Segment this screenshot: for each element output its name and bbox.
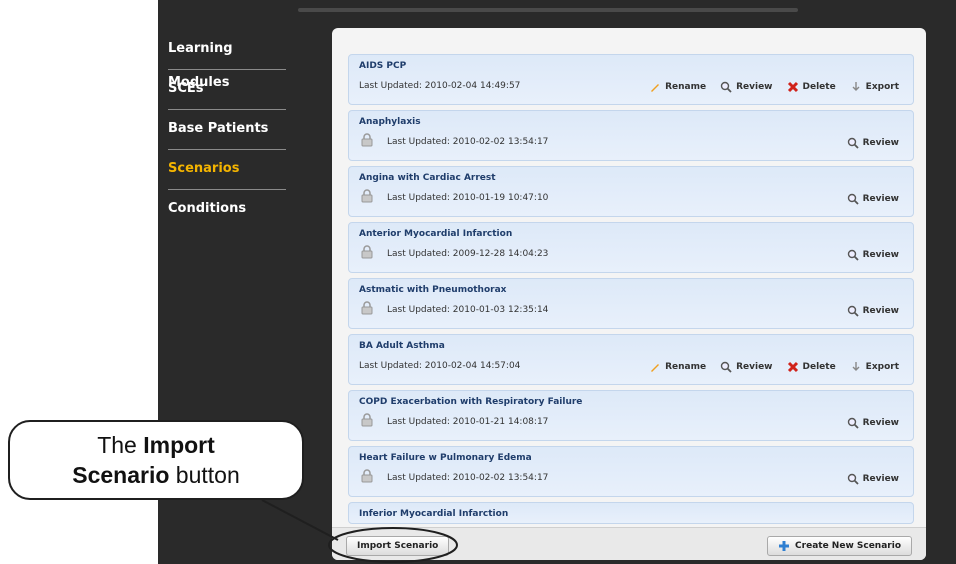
row-actions: Rename Review Delete Export	[649, 361, 899, 373]
delete-button-label: Delete	[802, 82, 836, 92]
rename-button-label: Rename	[665, 82, 707, 92]
scenario-title: Inferior Myocardial Infarction	[359, 509, 509, 519]
last-updated-text: Last Updated: 2010-02-02 13:54:17	[387, 137, 549, 147]
export-button-label: Export	[865, 362, 899, 372]
last-updated-text: Last Updated: 2010-02-02 13:54:17	[387, 473, 549, 483]
scenario-panel: AIDS PCP Last Updated: 2010-02-04 14:49:5…	[332, 28, 926, 560]
last-updated-text: Last Updated: 2010-01-03 12:35:14	[387, 305, 549, 315]
sidebar: Learning Modules SCEs Base Patients Scen…	[158, 32, 288, 232]
delete-x-icon	[787, 361, 798, 373]
review-button[interactable]: Review	[847, 305, 899, 317]
row-actions: Review	[847, 249, 899, 261]
export-arrow-icon	[852, 362, 860, 371]
plus-icon	[779, 541, 790, 551]
review-button-label: Review	[862, 418, 899, 428]
export-button-label: Export	[865, 82, 899, 92]
last-updated-text: Last Updated: 2010-02-04 14:57:04	[359, 361, 521, 371]
annotation-callout: The Import Scenario button	[8, 420, 304, 500]
scenario-row: Anterior Myocardial Infarction Last Updat…	[348, 222, 914, 273]
row-actions: Review	[847, 137, 899, 149]
sidebar-item-conditions[interactable]: Conditions	[158, 192, 288, 232]
row-actions: Review	[847, 473, 899, 485]
review-button-label: Review	[736, 82, 773, 92]
pencil-icon	[651, 364, 660, 372]
rename-button-label: Rename	[665, 362, 707, 372]
review-button[interactable]: Review	[847, 249, 899, 261]
delete-button[interactable]: Delete	[787, 361, 836, 373]
lock-icon	[361, 189, 373, 203]
create-new-scenario-button[interactable]: Create New Scenario	[767, 536, 912, 556]
last-updated-text: Last Updated: 2009-12-28 14:04:23	[387, 249, 549, 259]
pencil-icon	[651, 84, 660, 92]
magnifier-icon	[847, 193, 859, 205]
lock-icon	[361, 245, 373, 259]
scenario-row: BA Adult Asthma Last Updated: 2010-02-04 …	[348, 334, 914, 385]
export-button[interactable]: Export	[850, 81, 899, 93]
magnifier-icon	[720, 81, 732, 93]
review-button-label: Review	[862, 194, 899, 204]
scenario-row: AIDS PCP Last Updated: 2010-02-04 14:49:5…	[348, 54, 914, 105]
scenario-row: Astmatic with Pneumothorax Last Updated: …	[348, 278, 914, 329]
scenario-list: AIDS PCP Last Updated: 2010-02-04 14:49:5…	[348, 54, 914, 524]
scenario-title: BA Adult Asthma	[359, 341, 445, 351]
row-actions: Review	[847, 417, 899, 429]
sidebar-item-learning-modules[interactable]: Learning Modules	[158, 32, 288, 90]
sidebar-item-base-patients[interactable]: Base Patients	[158, 112, 288, 152]
row-actions: Rename Review Delete Export	[649, 81, 899, 93]
magnifier-icon	[847, 137, 859, 149]
scenario-row: Inferior Myocardial Infarction	[348, 502, 914, 524]
lock-icon	[361, 133, 373, 147]
review-button[interactable]: Review	[720, 361, 773, 373]
review-button[interactable]: Review	[847, 417, 899, 429]
rename-button[interactable]: Rename	[649, 81, 706, 93]
magnifier-icon	[847, 249, 859, 261]
scenario-title: AIDS PCP	[359, 61, 407, 71]
scenario-title: Angina with Cardiac Arrest	[359, 173, 496, 183]
create-new-scenario-label: Create New Scenario	[795, 541, 901, 551]
review-button-label: Review	[736, 362, 773, 372]
scenario-row: Angina with Cardiac Arrest Last Updated: …	[348, 166, 914, 217]
delete-button-label: Delete	[802, 362, 836, 372]
delete-x-icon	[787, 81, 798, 93]
review-button-label: Review	[862, 474, 899, 484]
scenario-title: Anaphylaxis	[359, 117, 421, 127]
lock-icon	[361, 413, 373, 427]
review-button-label: Review	[862, 306, 899, 316]
export-button[interactable]: Export	[850, 361, 899, 373]
review-button[interactable]: Review	[847, 193, 899, 205]
footer-bar: Import Scenario Create New Scenario	[332, 527, 926, 560]
review-button-label: Review	[862, 138, 899, 148]
rename-button[interactable]: Rename	[649, 361, 706, 373]
last-updated-text: Last Updated: 2010-01-19 10:47:10	[387, 193, 549, 203]
row-actions: Review	[847, 305, 899, 317]
review-button[interactable]: Review	[847, 473, 899, 485]
sidebar-item-sces[interactable]: SCEs	[158, 72, 288, 112]
review-button[interactable]: Review	[720, 81, 773, 93]
review-button-label: Review	[862, 250, 899, 260]
scenario-row: Anaphylaxis Last Updated: 2010-02-02 13:5…	[348, 110, 914, 161]
import-scenario-label: Import Scenario	[357, 541, 439, 551]
magnifier-icon	[847, 417, 859, 429]
last-updated-text: Last Updated: 2010-01-21 14:08:17	[387, 417, 549, 427]
lock-icon	[361, 469, 373, 483]
row-actions: Review	[847, 193, 899, 205]
import-scenario-button[interactable]: Import Scenario	[346, 536, 450, 556]
callout-line-1: The Import	[97, 432, 215, 458]
lock-icon	[361, 301, 373, 315]
scenario-title: COPD Exacerbation with Respiratory Failu…	[359, 397, 583, 407]
scenario-title: Astmatic with Pneumothorax	[359, 285, 507, 295]
scenario-row: Heart Failure w Pulmonary Edema Last Upda…	[348, 446, 914, 497]
scenario-title: Heart Failure w Pulmonary Edema	[359, 453, 532, 463]
callout-line-2: Scenario button	[72, 462, 240, 488]
delete-button[interactable]: Delete	[787, 81, 836, 93]
review-button[interactable]: Review	[847, 137, 899, 149]
magnifier-icon	[720, 361, 732, 373]
scenario-title: Anterior Myocardial Infarction	[359, 229, 513, 239]
last-updated-text: Last Updated: 2010-02-04 14:49:57	[359, 81, 521, 91]
scenario-row: COPD Exacerbation with Respiratory Failu…	[348, 390, 914, 441]
magnifier-icon	[847, 305, 859, 317]
export-arrow-icon	[852, 82, 860, 91]
sidebar-item-scenarios[interactable]: Scenarios	[158, 152, 288, 192]
magnifier-icon	[847, 473, 859, 485]
